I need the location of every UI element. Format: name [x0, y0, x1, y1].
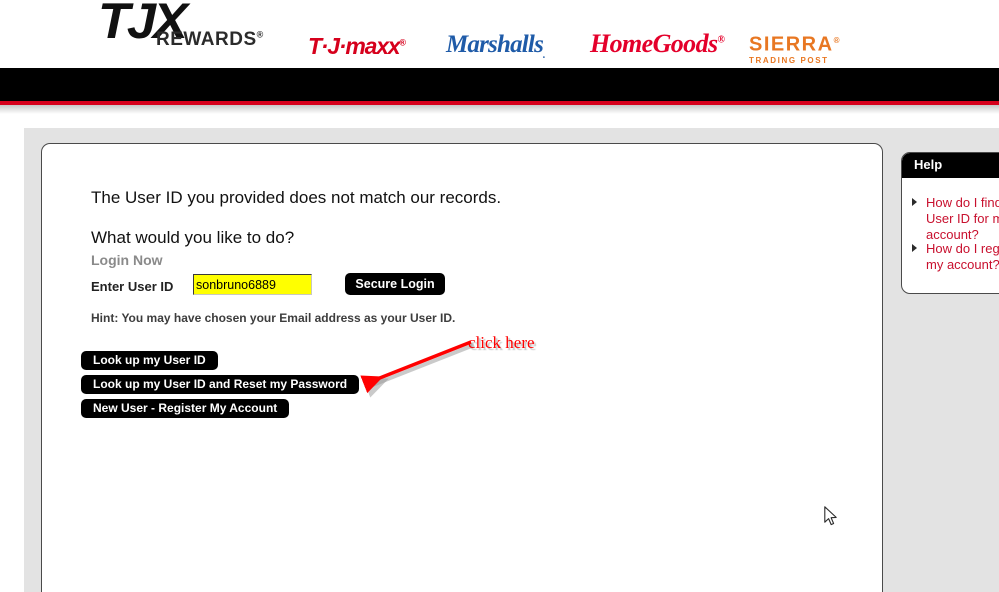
marshalls-logo[interactable]: Marshalls. — [446, 31, 545, 61]
marshalls-logo-text: Marshalls — [446, 31, 544, 58]
registered-mark-icon: ® — [717, 34, 725, 46]
login-now-subheading: Login Now — [91, 252, 163, 268]
error-message: The User ID you provided does not match … — [91, 188, 502, 207]
help-link-find-user-id[interactable]: How do I find my User ID for my account? — [926, 195, 999, 243]
tjx-rewards-word-text: REWARDS — [156, 29, 257, 50]
lookup-user-id-and-reset-password-button[interactable]: Look up my User ID and Reset my Password — [81, 375, 360, 394]
mouse-cursor — [824, 506, 837, 526]
sierra-main-text: SIERRA — [749, 33, 834, 56]
registered-mark-icon: ® — [256, 29, 264, 40]
userid-input[interactable] — [193, 274, 312, 295]
userid-field-label: Enter User ID — [91, 279, 174, 294]
bullet-arrow-icon — [912, 244, 917, 252]
brand-header: TJX REWARDS® T·J·maxx® Marshalls. HomeGo… — [0, 0, 999, 68]
help-panel: Help How do I find my User ID for my acc… — [901, 152, 999, 294]
registered-mark-icon: ® — [399, 37, 406, 48]
userid-hint-text: Hint: You may have chosen your Email add… — [91, 311, 456, 325]
bullet-arrow-icon — [912, 198, 917, 206]
page-title: What would you like to do? — [91, 228, 295, 247]
homegoods-logo[interactable]: HomeGoods® — [590, 29, 725, 59]
lookup-my-user-id-button[interactable]: Look up my User ID — [81, 351, 218, 370]
registered-mark-icon: ® — [833, 36, 841, 45]
top-navigation-bar[interactable] — [0, 68, 999, 101]
tjx-rewards-wordmark: REWARDS® — [156, 29, 264, 51]
sierra-logo-text: SIERRA® — [749, 31, 841, 55]
tjmaxx-logo-text: T·J·maxx — [308, 33, 401, 59]
help-panel-header: Help — [902, 153, 999, 178]
sierra-tagline: TRADING POST — [749, 55, 829, 65]
help-link-register-account[interactable]: How do I register my account? — [926, 241, 999, 273]
homegoods-logo-text: HomeGoods — [590, 29, 718, 58]
new-user-register-account-button[interactable]: New User - Register My Account — [81, 399, 290, 418]
sierra-trading-post-logo[interactable]: SIERRA® TRADING POST — [749, 31, 841, 66]
nav-drop-shadow — [0, 105, 999, 114]
help-panel-title: Help — [914, 157, 943, 172]
tjmaxx-logo[interactable]: T·J·maxx® — [308, 33, 406, 60]
tjx-rewards-logo[interactable]: TJX REWARDS® — [98, 0, 280, 60]
login-content-card: The User ID you provided does not match … — [41, 143, 883, 592]
registered-mark-icon: . — [543, 50, 545, 61]
secure-login-button[interactable]: Secure Login — [345, 273, 445, 295]
